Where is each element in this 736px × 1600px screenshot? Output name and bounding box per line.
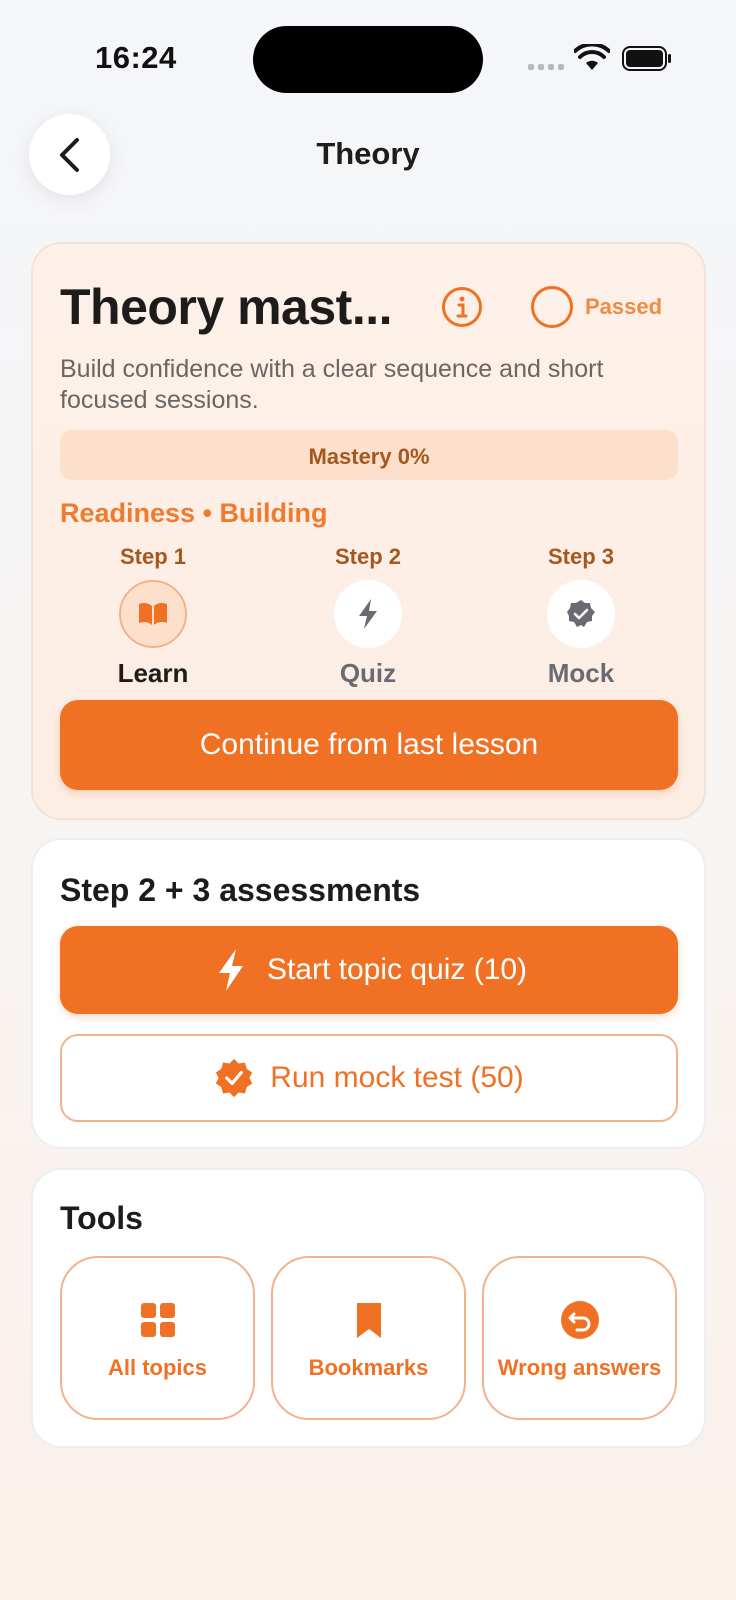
undo-icon bbox=[560, 1301, 599, 1339]
step-learn[interactable]: Step 1 Learn bbox=[73, 544, 233, 689]
run-mock-test-button[interactable]: Run mock test (50) bbox=[60, 1034, 678, 1122]
tool-label: All topics bbox=[107, 1355, 207, 1380]
step-name: Learn bbox=[117, 658, 189, 688]
run-mock-test-label: Run mock test (50) bbox=[270, 1061, 524, 1094]
step-name: Mock bbox=[547, 658, 615, 688]
passed-label: Passed bbox=[585, 294, 663, 319]
step-name: Quiz bbox=[339, 658, 397, 688]
step-quiz-badge bbox=[334, 580, 402, 648]
tool-all-topics[interactable]: All topics bbox=[60, 1256, 255, 1420]
book-icon bbox=[139, 602, 167, 625]
grid-icon bbox=[140, 1303, 175, 1337]
step-number-label: Step 3 bbox=[547, 544, 615, 569]
tools-heading: Tools bbox=[60, 1200, 143, 1236]
tool-label: Wrong answers bbox=[497, 1355, 662, 1380]
bookmark-icon bbox=[356, 1303, 381, 1338]
tool-bookmarks[interactable]: Bookmarks bbox=[271, 1256, 466, 1420]
passed-checkbox[interactable] bbox=[531, 286, 573, 328]
battery-icon bbox=[622, 46, 671, 71]
seal-check-icon bbox=[216, 1058, 253, 1098]
step-mock[interactable]: Step 3 Mock bbox=[501, 544, 661, 689]
step-number-label: Step 2 bbox=[334, 544, 402, 569]
step-mock-badge bbox=[547, 580, 615, 648]
status-time: 16:24 bbox=[95, 40, 177, 75]
wifi-icon bbox=[574, 44, 610, 70]
tools-card: Tools All topics Bookmarks Wrong answers bbox=[31, 1168, 706, 1448]
start-topic-quiz-button[interactable]: Start topic quiz (10) bbox=[60, 926, 678, 1014]
step-number-label: Step 1 bbox=[119, 544, 187, 569]
tool-wrong-answers[interactable]: Wrong answers bbox=[482, 1256, 677, 1420]
mastery-card-title: Theory mast... bbox=[60, 279, 393, 335]
assessments-card: Step 2 + 3 assessments Start topic quiz … bbox=[31, 838, 706, 1149]
theory-mastery-card: Theory mast... Passed Build confidence w… bbox=[31, 242, 706, 820]
bolt-icon bbox=[359, 599, 377, 629]
mastery-card-description: Build confidence with a clear sequence a… bbox=[60, 355, 604, 414]
info-icon[interactable] bbox=[441, 286, 483, 328]
page-title: Theory bbox=[316, 136, 420, 171]
tool-label: Bookmarks bbox=[308, 1355, 429, 1380]
step-quiz[interactable]: Step 2 Quiz bbox=[288, 544, 448, 689]
status-bar: 16:24 bbox=[0, 0, 736, 120]
continue-lesson-button[interactable]: Continue from last lesson bbox=[60, 700, 678, 790]
bolt-icon bbox=[218, 949, 243, 991]
mastery-progress-bar: Mastery 0% bbox=[60, 430, 678, 480]
start-topic-quiz-label: Start topic quiz (10) bbox=[266, 953, 528, 986]
readiness-status: Readiness • Building bbox=[60, 498, 328, 528]
step-learn-badge bbox=[119, 580, 187, 648]
cellular-signal-icon bbox=[528, 64, 564, 70]
dynamic-island bbox=[253, 26, 483, 93]
seal-check-icon bbox=[567, 600, 595, 627]
assessments-heading: Step 2 + 3 assessments bbox=[60, 872, 421, 908]
mastery-progress-label: Mastery 0% bbox=[308, 444, 430, 469]
